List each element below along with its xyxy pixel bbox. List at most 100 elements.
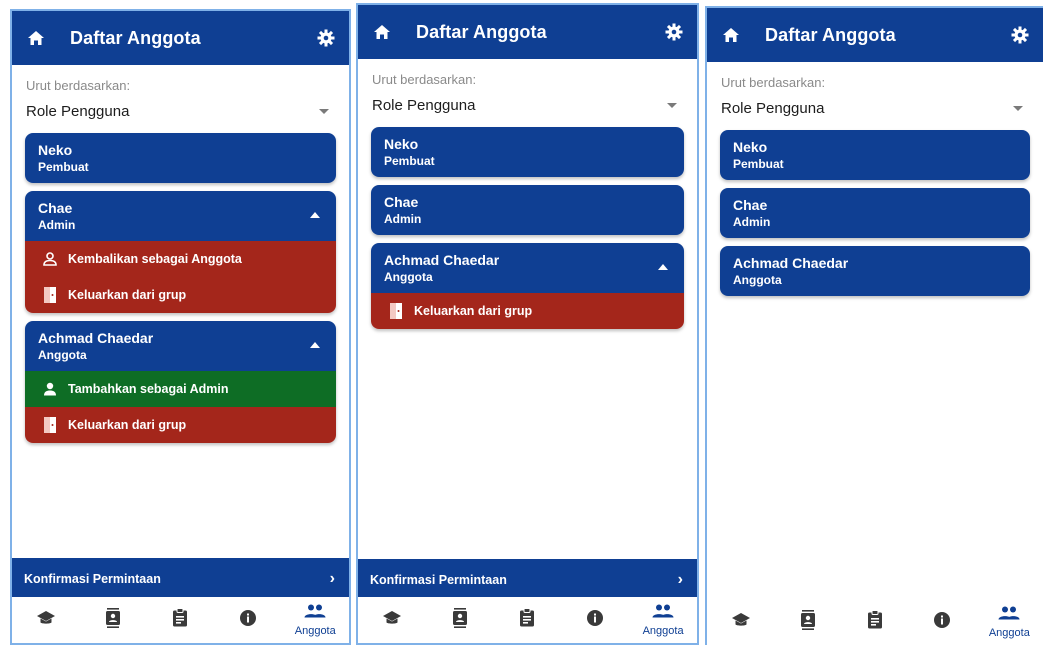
nav-item-info[interactable] xyxy=(917,611,967,634)
group-icon xyxy=(652,604,674,623)
school-icon xyxy=(382,610,402,631)
confirm-requests-button[interactable]: Konfirmasi Permintaan › xyxy=(358,559,697,601)
collapse-icon[interactable] xyxy=(310,342,320,348)
demote-member-button[interactable]: Kembalikan sebagai Anggota xyxy=(25,241,336,277)
kick-member-button[interactable]: Keluarkan dari grup xyxy=(371,293,684,329)
collapse-icon[interactable] xyxy=(658,264,668,270)
member-card[interactable]: Achmad Chaedar Anggota Tambahkan sebagai… xyxy=(25,321,336,443)
home-icon[interactable] xyxy=(372,22,392,42)
member-role: Admin xyxy=(38,218,76,232)
exit-door-icon xyxy=(40,415,60,435)
sort-dropdown[interactable]: Role Pengguna xyxy=(372,95,683,115)
member-role: Pembuat xyxy=(38,160,89,174)
info-icon xyxy=(933,611,951,634)
demote-member-label: Kembalikan sebagai Anggota xyxy=(68,252,242,266)
group-icon xyxy=(304,604,326,623)
dropdown-caret-icon xyxy=(1013,105,1023,111)
chevron-right-icon: › xyxy=(329,570,335,587)
nav-item-label: Anggota xyxy=(988,626,1030,639)
nav-item-members[interactable]: Anggota xyxy=(290,604,340,637)
nav-item-members[interactable]: Anggota xyxy=(638,604,688,637)
member-role: Admin xyxy=(384,212,422,226)
confirm-requests-label: Konfirmasi Permintaan xyxy=(370,573,507,587)
member-card[interactable]: Chae Admin Kembalikan sebagai Anggota Ke… xyxy=(25,191,336,313)
member-name: Neko xyxy=(384,136,419,152)
app-bar: Daftar Anggota xyxy=(358,5,697,59)
member-card-header[interactable]: Chae Admin xyxy=(371,185,684,235)
gear-icon[interactable] xyxy=(663,21,685,43)
sort-value: Role Pengguna xyxy=(26,102,130,120)
member-name: Chae xyxy=(38,200,73,216)
screen-3: Daftar Anggota Urut berdasarkan: Role Pe… xyxy=(705,6,1043,645)
screen-1: Daftar Anggota Urut berdasarkan: Role Pe… xyxy=(10,9,351,645)
nav-item-assignments[interactable] xyxy=(155,608,205,632)
kick-member-button[interactable]: Keluarkan dari grup xyxy=(25,277,336,313)
bottom-nav: Anggota xyxy=(12,597,349,643)
clipboard-icon xyxy=(172,608,188,632)
confirm-requests-label: Konfirmasi Permintaan xyxy=(24,572,161,586)
sort-section: Urut berdasarkan: Role Pengguna xyxy=(358,59,697,115)
member-card-header[interactable]: Achmad Chaedar Anggota xyxy=(720,246,1030,296)
member-name: Achmad Chaedar xyxy=(384,252,500,268)
confirm-requests-button[interactable]: Konfirmasi Permintaan › xyxy=(12,558,349,600)
dropdown-caret-icon xyxy=(667,102,677,108)
member-card[interactable]: Neko Pembuat xyxy=(25,133,336,183)
kick-member-button[interactable]: Keluarkan dari grup xyxy=(25,407,336,443)
member-name: Achmad Chaedar xyxy=(733,255,849,271)
bottom-nav: Anggota xyxy=(707,599,1043,645)
nav-item-info[interactable] xyxy=(223,609,273,632)
clipboard-icon xyxy=(519,608,535,632)
nav-item-school[interactable] xyxy=(21,610,71,631)
info-icon xyxy=(586,609,604,632)
nav-item-contacts[interactable] xyxy=(783,609,833,635)
sort-dropdown[interactable]: Role Pengguna xyxy=(26,101,335,121)
member-card-header[interactable]: Achmad Chaedar Anggota xyxy=(371,243,684,293)
member-card[interactable]: Neko Pembuat xyxy=(371,127,684,177)
sort-section: Urut berdasarkan: Role Pengguna xyxy=(707,62,1043,118)
nav-item-members[interactable]: Anggota xyxy=(984,606,1034,639)
member-card-header[interactable]: Chae Admin xyxy=(720,188,1030,238)
nav-item-info[interactable] xyxy=(570,609,620,632)
member-list: Neko Pembuat Chae Admin Achmad Chaedar A… xyxy=(358,127,697,329)
sort-section: Urut berdasarkan: Role Pengguna xyxy=(12,65,349,121)
nav-item-assignments[interactable] xyxy=(850,610,900,634)
member-card-header[interactable]: Neko Pembuat xyxy=(25,133,336,183)
nav-item-contacts[interactable] xyxy=(435,607,485,633)
member-card[interactable]: Neko Pembuat xyxy=(720,130,1030,180)
member-name: Achmad Chaedar xyxy=(38,330,154,346)
bottom-nav: Anggota xyxy=(358,597,697,643)
member-card[interactable]: Chae Admin xyxy=(720,188,1030,238)
member-role: Pembuat xyxy=(733,157,784,171)
nav-item-contacts[interactable] xyxy=(88,607,138,633)
member-card[interactable]: Achmad Chaedar Anggota Keluarkan dari gr… xyxy=(371,243,684,329)
collapse-icon[interactable] xyxy=(310,212,320,218)
member-card-header[interactable]: Neko Pembuat xyxy=(720,130,1030,180)
home-icon[interactable] xyxy=(26,28,46,48)
nav-item-assignments[interactable] xyxy=(502,608,552,632)
gear-icon[interactable] xyxy=(1009,24,1031,46)
sort-value: Role Pengguna xyxy=(721,99,825,117)
sort-label: Urut berdasarkan: xyxy=(26,78,131,93)
member-card-header[interactable]: Neko Pembuat xyxy=(371,127,684,177)
promote-member-button[interactable]: Tambahkan sebagai Admin xyxy=(25,371,336,407)
nav-item-school[interactable] xyxy=(367,610,417,631)
promote-member-label: Tambahkan sebagai Admin xyxy=(68,382,229,396)
sort-label: Urut berdasarkan: xyxy=(721,75,826,90)
member-card-header[interactable]: Achmad Chaedar Anggota xyxy=(25,321,336,371)
member-name: Neko xyxy=(733,139,768,155)
member-list: Neko Pembuat Chae Admin Achmad Chaedar A… xyxy=(707,130,1043,296)
school-icon xyxy=(36,610,56,631)
sort-label: Urut berdasarkan: xyxy=(372,72,477,87)
member-role: Admin xyxy=(733,215,771,229)
exit-door-icon xyxy=(386,301,406,321)
member-card-header[interactable]: Chae Admin xyxy=(25,191,336,241)
gear-icon[interactable] xyxy=(315,27,337,49)
member-card[interactable]: Chae Admin xyxy=(371,185,684,235)
person-icon xyxy=(40,379,60,399)
home-icon[interactable] xyxy=(721,25,741,45)
member-card[interactable]: Achmad Chaedar Anggota xyxy=(720,246,1030,296)
app-bar: Daftar Anggota xyxy=(12,11,349,65)
kick-member-label: Keluarkan dari grup xyxy=(68,418,187,432)
sort-dropdown[interactable]: Role Pengguna xyxy=(721,98,1029,118)
nav-item-school[interactable] xyxy=(716,612,766,633)
